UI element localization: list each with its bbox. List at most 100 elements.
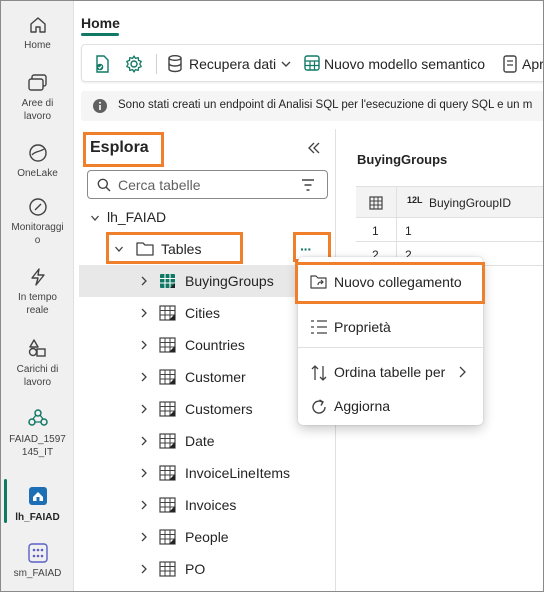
sort-icon <box>311 365 327 381</box>
chevron-down-icon[interactable] <box>90 213 100 223</box>
menu-label: Proprietà <box>334 319 391 335</box>
chevron-right-icon[interactable] <box>140 468 148 478</box>
rail-item-onelake[interactable]: OneLake <box>1 143 74 180</box>
table-icon <box>159 561 176 577</box>
filter-icon[interactable] <box>301 179 315 191</box>
grid-divider <box>396 186 397 266</box>
rail-item-workspace[interactable]: FAIAD_1597 145_IT <box>1 407 74 459</box>
table-shortcut-icon <box>159 401 176 417</box>
table-shortcut-icon <box>160 274 175 288</box>
workspace-icon <box>27 409 48 426</box>
semantic-model-table-icon <box>304 55 320 71</box>
rail-item-lakehouse[interactable]: lh_FAIAD <box>1 485 74 524</box>
table-name: Countries <box>185 337 245 353</box>
rail-label-monitor: Monitoraggi o <box>11 222 64 246</box>
rail-label-workloads: Carichi di lavoro <box>16 364 59 388</box>
chevron-down-icon[interactable] <box>280 58 292 70</box>
tab-home[interactable]: Home <box>81 15 120 31</box>
rail-label-workspaces: Aree di lavoro <box>21 98 54 122</box>
tab-home-underline <box>81 33 119 36</box>
info-message-text: Sono stati creati un endpoint di Analisi… <box>118 99 533 111</box>
chevron-right-icon <box>459 366 466 378</box>
menu-item-properties[interactable]: Proprietà <box>298 311 483 343</box>
info-icon <box>93 99 107 113</box>
chevron-right-icon[interactable] <box>140 500 148 510</box>
chevron-right-icon[interactable] <box>140 276 148 286</box>
open-button[interactable]: Apr <box>522 56 543 72</box>
menu-item-refresh[interactable]: Aggiorna <box>298 390 483 422</box>
settings-gear-icon[interactable] <box>124 54 144 74</box>
chevron-right-icon[interactable] <box>140 564 148 574</box>
get-data-button[interactable]: Recupera dati <box>189 56 276 72</box>
table-name: BuyingGroups <box>185 273 274 289</box>
rail-label-home: Home <box>24 40 51 51</box>
ribbon-toolbar: Recupera dati Nuovo modello semantico Ap… <box>81 44 543 82</box>
table-shortcut-icon <box>159 433 176 449</box>
table-name: Date <box>185 433 215 449</box>
rail-item-monitor[interactable]: Monitoraggi o <box>1 197 74 247</box>
database-icon <box>168 55 182 73</box>
table-name: InvoiceLineItems <box>185 465 291 481</box>
chevron-down-icon[interactable] <box>114 244 124 254</box>
table-shortcut-icon <box>159 337 176 353</box>
rail-item-workloads[interactable]: Carichi di lavoro <box>1 337 74 389</box>
menu-item-sort-tables[interactable]: Ordina tabelle per <box>298 356 483 388</box>
rail-item-workspaces[interactable]: Aree di lavoro <box>1 73 74 123</box>
rail-label-onelake: OneLake <box>17 168 58 179</box>
table-name: PO <box>185 561 206 577</box>
table-name: Invoices <box>185 497 237 513</box>
row-value: 1 <box>405 224 412 238</box>
menu-label: Nuovo collegamento <box>334 274 462 290</box>
column-type-label: 12L <box>407 195 423 205</box>
rail-item-semantic-model[interactable]: sm_FAIAD <box>1 543 74 580</box>
lakehouse-icon <box>28 487 47 505</box>
chevron-right-icon[interactable] <box>140 340 148 350</box>
menu-label: Aggiorna <box>334 398 391 414</box>
column-header[interactable]: BuyingGroupID <box>429 196 511 210</box>
left-nav-rail: Home Aree di lavoro OneLake Monitoraggi o … <box>1 1 74 591</box>
rail-label-realtime: In tempo reale <box>18 292 57 316</box>
table-shortcut-icon <box>159 497 176 513</box>
chevron-right-icon[interactable] <box>140 532 148 542</box>
row-index: 1 <box>372 224 379 238</box>
table-name: Cities <box>185 305 221 321</box>
rail-label-semantic-model: sm_FAIAD <box>13 568 62 579</box>
folder-icon <box>136 242 154 256</box>
realtime-icon <box>30 268 45 286</box>
onelake-icon <box>28 144 47 162</box>
menu-separator <box>298 347 483 348</box>
open-notebook-icon <box>503 55 517 73</box>
monitor-icon <box>28 198 47 216</box>
refresh-data-icon[interactable] <box>92 54 112 74</box>
rail-label-lakehouse: lh_FAIAD <box>15 512 60 523</box>
tree-folder-tables[interactable]: Tables <box>161 241 201 257</box>
refresh-icon <box>312 399 326 414</box>
rail-item-realtime[interactable]: In tempo reale <box>1 267 74 317</box>
collapse-panel-icon[interactable] <box>306 140 322 156</box>
explorer-title: Esplora <box>90 139 149 156</box>
table-shortcut-icon <box>159 305 176 321</box>
grid-select-all-icon[interactable] <box>369 196 383 210</box>
chevron-right-icon[interactable] <box>140 372 148 382</box>
semantic-model-icon <box>27 543 48 563</box>
new-shortcut-icon <box>310 275 327 289</box>
workspaces-icon <box>27 74 47 91</box>
more-options-button[interactable]: ··· <box>300 241 312 257</box>
table-shortcut-icon <box>159 529 176 545</box>
rail-item-home[interactable]: Home <box>1 15 74 52</box>
menu-separator <box>298 303 483 304</box>
new-semantic-model-button[interactable]: Nuovo modello semantico <box>324 56 485 72</box>
chevron-right-icon[interactable] <box>140 308 148 318</box>
toolbar-separator <box>156 54 157 74</box>
rail-label-workspace: FAIAD_1597 145_IT <box>9 434 66 458</box>
chevron-right-icon[interactable] <box>140 404 148 414</box>
grid-row-divider <box>356 241 543 242</box>
tree-root-lakehouse[interactable]: lh_FAIAD <box>107 209 166 225</box>
search-tables-input[interactable]: Cerca tabelle <box>87 170 328 199</box>
chevron-right-icon[interactable] <box>140 436 148 446</box>
context-menu: Nuovo collegamento Proprietà Ordina tabe… <box>298 257 483 425</box>
table-name: Customer <box>185 369 246 385</box>
search-icon <box>97 178 111 192</box>
menu-item-new-shortcut[interactable]: Nuovo collegamento <box>298 266 483 298</box>
info-message-bar: Sono stati creati un endpoint di Analisi… <box>81 91 543 121</box>
